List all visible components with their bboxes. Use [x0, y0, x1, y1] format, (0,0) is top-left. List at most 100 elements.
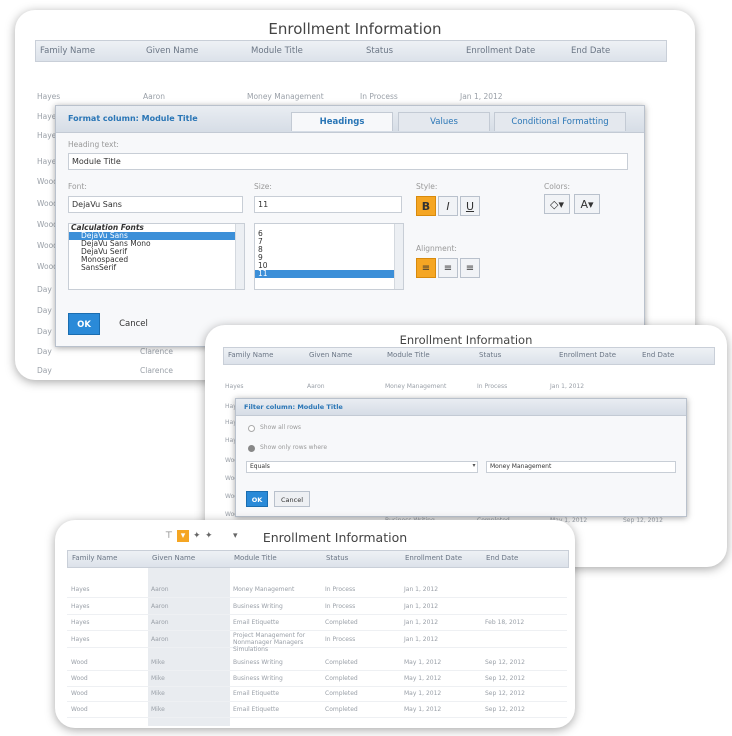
- col-header-enroll[interactable]: Enrollment Date: [466, 46, 535, 56]
- tab-conditional-formatting[interactable]: Conditional Formatting: [494, 112, 626, 131]
- table-row[interactable]: [67, 701, 567, 702]
- table-row[interactable]: [67, 630, 567, 631]
- size-list-item[interactable]: 7: [255, 238, 403, 246]
- table-cell: In Process: [325, 603, 356, 610]
- cell-module: Money Management: [385, 383, 447, 390]
- chevron-down-icon[interactable]: ▾: [470, 462, 478, 472]
- table-cell: Completed: [325, 619, 358, 626]
- filter-value-input[interactable]: Money Management: [486, 461, 676, 473]
- size-input[interactable]: 11: [254, 196, 402, 213]
- cell-status: In Process: [360, 92, 398, 101]
- tab-headings[interactable]: Headings: [291, 112, 393, 131]
- size-list[interactable]: 6 7 8 9 10 11: [254, 223, 404, 290]
- font-list[interactable]: Calculation Fonts DejaVu Sans DejaVu San…: [68, 223, 245, 290]
- table-row[interactable]: [67, 686, 567, 687]
- text-color-icon[interactable]: A▾: [574, 194, 600, 214]
- col-header-given[interactable]: Given Name: [309, 351, 352, 359]
- cell-status: In Process: [477, 383, 508, 390]
- size-list-item[interactable]: 6: [255, 230, 403, 238]
- col-header-given[interactable]: Given Name: [152, 554, 195, 562]
- tab-values[interactable]: Values: [398, 112, 490, 131]
- colors-label: Colors:: [544, 182, 571, 191]
- page-title: Enrollment Information: [399, 333, 533, 347]
- table-cell: Completed: [325, 706, 358, 713]
- font-list-scrollbar[interactable]: [235, 224, 244, 289]
- font-input[interactable]: DejaVu Sans: [68, 196, 243, 213]
- table-cell: Sep 12, 2012: [485, 690, 525, 697]
- table-cell: Sep 12, 2012: [485, 675, 525, 682]
- size-list-item[interactable]: 8: [255, 246, 403, 254]
- align-left-icon[interactable]: ≡: [416, 258, 436, 278]
- table-cell: Feb 18, 2012: [485, 619, 525, 626]
- size-list-item[interactable]: 9: [255, 254, 403, 262]
- format-column-dialog: Format column: Module Title Headings Val…: [55, 105, 645, 347]
- table-cell: Aaron: [151, 586, 169, 593]
- col-header-module[interactable]: Module Title: [251, 46, 303, 56]
- table-cell: Jan 1, 2012: [404, 603, 439, 610]
- cancel-button[interactable]: Cancel: [274, 491, 310, 507]
- font-label: Font:: [68, 182, 87, 191]
- list-item: Day: [37, 327, 52, 336]
- show-only-rows-label: Show only rows where: [260, 444, 328, 451]
- underline-button[interactable]: U: [460, 196, 480, 216]
- italic-button[interactable]: I: [438, 196, 458, 216]
- size-list-item[interactable]: 10: [255, 262, 403, 270]
- fill-color-icon[interactable]: ◇▾: [544, 194, 570, 214]
- radio-show-where-icon[interactable]: [248, 445, 255, 452]
- col-header-status[interactable]: Status: [479, 351, 501, 359]
- radio-show-all-icon[interactable]: [248, 425, 255, 432]
- table-cell: Wood: [71, 690, 88, 697]
- col-header-family[interactable]: Family Name: [72, 554, 117, 562]
- list-item: Day: [37, 347, 52, 356]
- col-header-end[interactable]: End Date: [571, 46, 610, 56]
- heading-text-input[interactable]: Module Title: [68, 153, 628, 170]
- table-cell: Hayes: [71, 603, 90, 610]
- align-center-icon[interactable]: ≡: [438, 258, 458, 278]
- dialog-title: Format column: Module Title: [68, 114, 198, 123]
- table-cell: Hayes: [71, 586, 90, 593]
- table-cell: Sep 12, 2012: [485, 659, 525, 666]
- col-header-end[interactable]: End Date: [486, 554, 518, 562]
- table-cell: Jan 1, 2012: [404, 619, 439, 626]
- col-header-status[interactable]: Status: [366, 46, 393, 56]
- table-row[interactable]: [67, 597, 567, 598]
- cell-family: Hayes: [37, 92, 61, 101]
- table-cell: Aaron: [151, 636, 169, 643]
- cell-end: Sep 12, 2012: [623, 517, 663, 524]
- col-header-module[interactable]: Module Title: [234, 554, 277, 562]
- filter-operator-select[interactable]: Equals: [246, 461, 478, 473]
- col-header-status[interactable]: Status: [326, 554, 348, 562]
- col-header-given[interactable]: Given Name: [146, 46, 198, 56]
- table-cell: Business Writing: [233, 603, 283, 610]
- table-row[interactable]: [67, 670, 567, 671]
- table-row[interactable]: [67, 614, 567, 615]
- cancel-button[interactable]: Cancel: [106, 313, 161, 335]
- table-header: Family Name Given Name Module Title Stat…: [67, 550, 569, 568]
- table-cell: Wood: [71, 706, 88, 713]
- cell-module: Money Management: [247, 92, 324, 101]
- align-right-icon[interactable]: ≡: [460, 258, 480, 278]
- size-list-item[interactable]: 11: [255, 270, 394, 278]
- ok-button[interactable]: OK: [68, 313, 100, 335]
- col-header-family[interactable]: Family Name: [40, 46, 95, 56]
- table-cell: Hayes: [71, 619, 90, 626]
- ok-button[interactable]: OK: [246, 491, 268, 507]
- size-list-scrollbar[interactable]: [394, 224, 403, 289]
- col-header-module[interactable]: Module Title: [387, 351, 430, 359]
- table-cell: Mike: [151, 659, 165, 666]
- table-screenshot-card: ⊤ ▾ ✦ ✦ ▾ Enrollment Information Family …: [55, 520, 575, 728]
- table-header: Family Name Given Name Module Title Stat…: [35, 40, 667, 62]
- table-row[interactable]: [67, 647, 567, 648]
- col-header-enroll[interactable]: Enrollment Date: [559, 351, 616, 359]
- table-cell: May 1, 2012: [404, 706, 442, 713]
- table-cell: Aaron: [151, 603, 169, 610]
- bold-button[interactable]: B: [416, 196, 436, 216]
- style-label: Style:: [416, 182, 438, 191]
- font-list-item[interactable]: SansSerif: [69, 264, 244, 272]
- table-row[interactable]: [67, 717, 567, 718]
- dialog-title: Filter column: Module Title: [244, 403, 343, 411]
- col-header-family[interactable]: Family Name: [228, 351, 273, 359]
- cell-given: Clarence: [140, 366, 173, 375]
- col-header-end[interactable]: End Date: [642, 351, 674, 359]
- col-header-enroll[interactable]: Enrollment Date: [405, 554, 462, 562]
